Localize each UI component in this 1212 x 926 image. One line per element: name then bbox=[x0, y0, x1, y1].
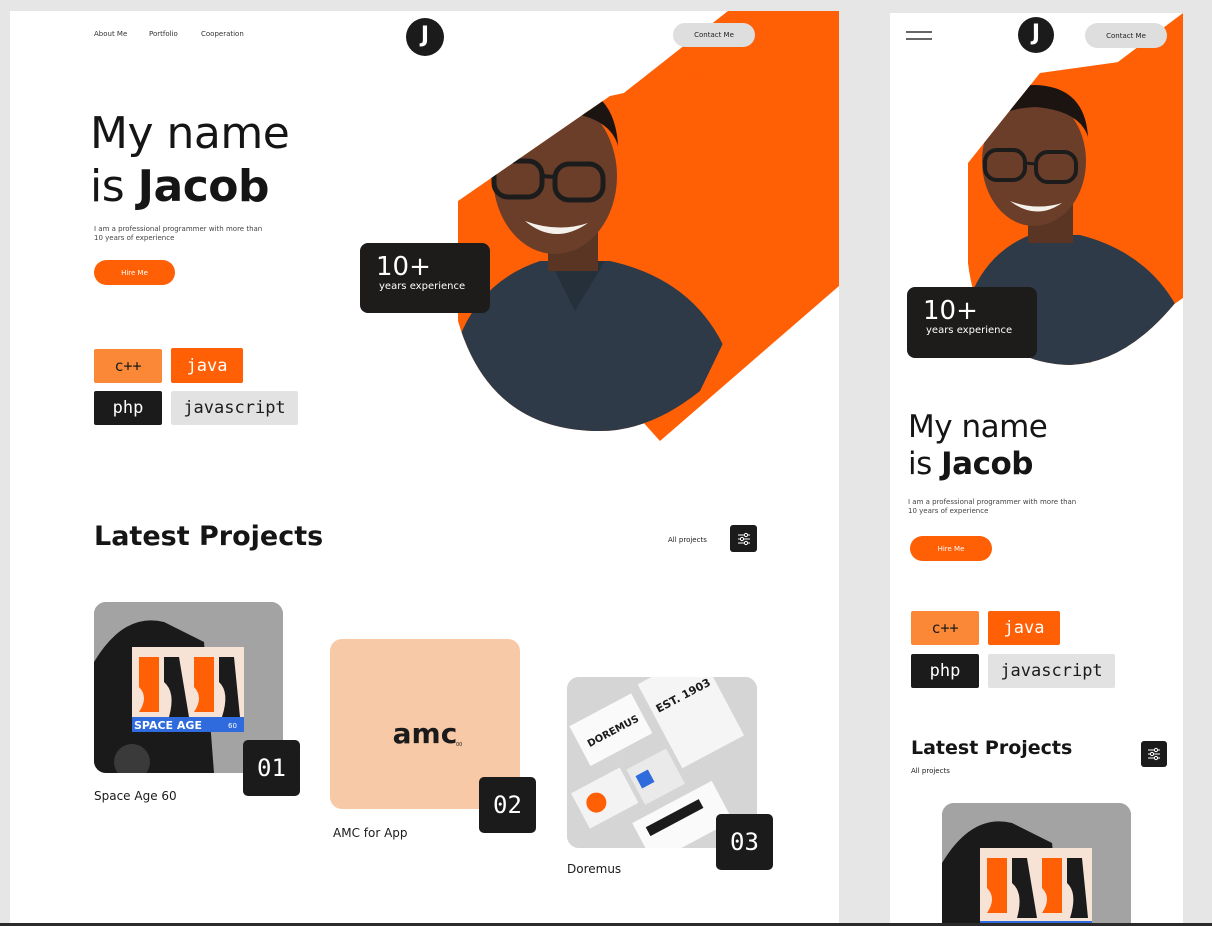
skill-tag-java: java bbox=[171, 348, 243, 383]
logo-icon[interactable]: J bbox=[406, 18, 444, 56]
mobile-hire-me-button[interactable]: Hire Me bbox=[910, 536, 992, 561]
hero-subtitle-line2: 10 years of experience bbox=[94, 234, 175, 242]
mobile-experience-label: years experience bbox=[926, 325, 1013, 336]
mobile-logo-icon[interactable]: J bbox=[1018, 17, 1054, 53]
filter-button[interactable] bbox=[730, 525, 757, 552]
skill-tag-javascript: javascript bbox=[171, 391, 298, 425]
hero-title-line2: is Jacob bbox=[90, 161, 270, 212]
logo-letter: J bbox=[420, 22, 430, 48]
mobile-page: J Contact Me 10+ years experience My nam… bbox=[890, 13, 1183, 926]
space-age-art-text: SPACE AGE bbox=[134, 719, 202, 732]
hero-subtitle: I am a professional programmer with more… bbox=[94, 225, 262, 243]
mobile-space-age-artwork bbox=[942, 803, 1131, 926]
skill-tag-cpp: c++ bbox=[94, 349, 162, 383]
mobile-hero-title-name: Jacob bbox=[941, 446, 1033, 482]
hire-me-button[interactable]: Hire Me bbox=[94, 260, 175, 285]
mobile-hero-title-line1: My name bbox=[908, 409, 1048, 445]
mobile-experience-card: 10+ years experience bbox=[907, 287, 1037, 358]
mobile-sliders-icon bbox=[1148, 747, 1160, 761]
hero-title-line1: My name bbox=[90, 108, 290, 159]
project-name-amc[interactable]: AMC for App bbox=[333, 826, 408, 840]
mobile-hero-subtitle: I am a professional programmer with more… bbox=[908, 498, 1076, 516]
nav-portfolio[interactable]: Portfolio bbox=[149, 30, 178, 38]
hero-title-prefix: is bbox=[90, 161, 125, 212]
mobile-all-projects-link[interactable]: All projects bbox=[911, 767, 950, 775]
project-number-01: 01 bbox=[243, 740, 300, 796]
hamburger-icon[interactable] bbox=[906, 30, 932, 42]
mobile-hero-title-prefix: is bbox=[908, 446, 932, 482]
mobile-hero-title-line2: is Jacob bbox=[908, 446, 1033, 482]
mobile-skill-tag-javascript: javascript bbox=[988, 654, 1115, 688]
desktop-page: About Me Portfolio Cooperation J Contact… bbox=[10, 11, 839, 926]
experience-card: 10+ years experience bbox=[360, 243, 490, 313]
mobile-contact-me-button[interactable]: Contact Me bbox=[1085, 23, 1167, 48]
project-name-doremus[interactable]: Doremus bbox=[567, 862, 621, 876]
sliders-icon bbox=[737, 532, 750, 545]
hero-title-name: Jacob bbox=[137, 161, 270, 212]
project-number-03: 03 bbox=[716, 814, 773, 870]
mobile-latest-projects-title: Latest Projects bbox=[911, 737, 1073, 759]
experience-label: years experience bbox=[379, 281, 466, 292]
mobile-logo-letter: J bbox=[1031, 20, 1041, 46]
mobile-skill-tag-cpp: c++ bbox=[911, 611, 979, 645]
contact-me-button[interactable]: Contact Me bbox=[673, 23, 755, 47]
mobile-experience-number: 10+ bbox=[923, 296, 978, 326]
space-age-art-num: 60 bbox=[228, 722, 237, 730]
project-number-02: 02 bbox=[479, 777, 536, 833]
all-projects-link[interactable]: All projects bbox=[668, 536, 707, 544]
latest-projects-title: Latest Projects bbox=[94, 521, 324, 552]
mobile-hero-subtitle-line2: 10 years of experience bbox=[908, 507, 989, 515]
nav-cooperation[interactable]: Cooperation bbox=[201, 30, 244, 38]
hero-subtitle-line1: I am a professional programmer with more… bbox=[94, 225, 263, 233]
mobile-skill-tag-php: php bbox=[911, 654, 979, 688]
amc-art-text: amc bbox=[393, 717, 458, 750]
project-name-space-age[interactable]: Space Age 60 bbox=[94, 789, 177, 803]
amc-art-num: 00 bbox=[456, 742, 462, 748]
skill-tag-php: php bbox=[94, 391, 162, 425]
nav-about-me[interactable]: About Me bbox=[94, 30, 127, 38]
mobile-filter-button[interactable] bbox=[1141, 741, 1167, 767]
experience-number: 10+ bbox=[376, 252, 431, 282]
mobile-skill-tag-java: java bbox=[988, 611, 1060, 645]
mobile-project-card-space-age[interactable] bbox=[942, 803, 1131, 926]
mobile-hero-subtitle-line1: I am a professional programmer with more… bbox=[908, 498, 1077, 506]
